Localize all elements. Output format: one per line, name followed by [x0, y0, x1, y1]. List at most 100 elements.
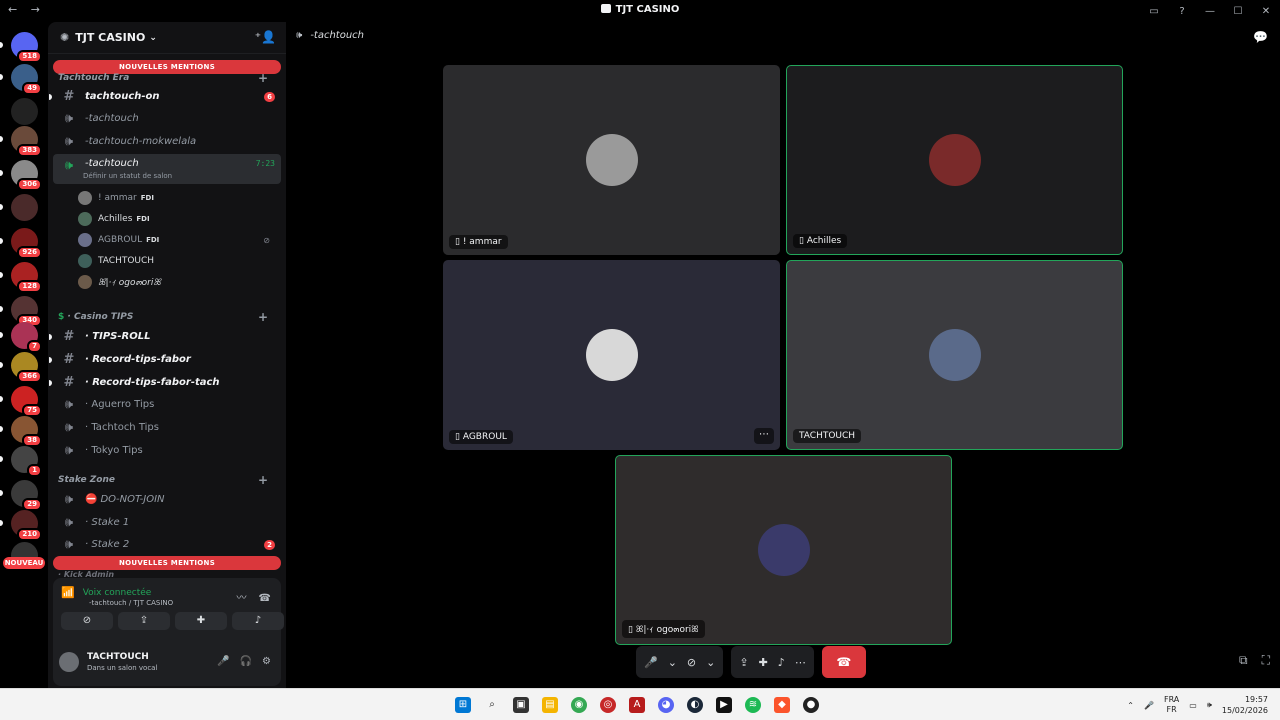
server-icon[interactable] — [11, 194, 38, 221]
disconnect-icon[interactable]: ☎ — [259, 593, 271, 604]
gear-icon[interactable]: ⚙ — [262, 656, 271, 667]
chevron-down-icon[interactable]: ⌄ — [706, 656, 715, 669]
app-icon[interactable]: ● — [803, 697, 819, 713]
voice-user[interactable]: Achilles FDI — [78, 209, 278, 229]
server-icon[interactable]: 49 — [11, 64, 42, 95]
channel-mokwelala[interactable]: 🕪 -tachtouch-mokwelala — [53, 131, 281, 152]
server-icon[interactable]: 340 — [11, 296, 42, 327]
acrobat-icon[interactable]: A — [629, 697, 645, 713]
discord-icon[interactable]: ◕ — [658, 697, 674, 713]
channel-record-fabor[interactable]: # · Record-tips-fabor — [49, 349, 281, 370]
voice-user[interactable]: AGBROUL FDI ⊘ — [78, 230, 278, 250]
server-icon[interactable]: 7 — [11, 322, 42, 353]
guild-header[interactable]: ✺ TJT CASINO ⌄ ⁺👤 — [48, 22, 286, 54]
video-tile[interactable]: ▯ AGBROUL ⋯ — [443, 260, 780, 450]
channel-tachtoch[interactable]: 🕪 · Tachtoch Tips — [53, 417, 281, 438]
activities-button[interactable]: ✚ — [175, 612, 227, 630]
channel-status-prompt[interactable]: Définir un statut de salon — [83, 172, 172, 180]
video-tile[interactable]: ▯ ! ammar — [443, 65, 780, 255]
channel-do-not-join[interactable]: 🕪 ⛔ DO-NOT-JOIN — [53, 489, 281, 510]
channel-aguerro[interactable]: 🕪 · Aguerro Tips — [53, 394, 281, 415]
fullscreen-icon[interactable]: ⛶ — [1262, 653, 1270, 667]
soundboard-button[interactable]: ♪ — [232, 612, 284, 630]
channel-tachtouch-on[interactable]: # tachtouch-on 6 — [49, 86, 281, 107]
channel-tachtouch-voice[interactable]: 🕪 -tachtouch — [53, 108, 281, 129]
category-tachtouch[interactable]: Tachtouch Era + — [58, 71, 268, 85]
server-icon[interactable]: 38 — [11, 416, 42, 447]
channel-stake-2[interactable]: 🕪 · Stake 2 2 — [53, 534, 281, 555]
noise-suppression-icon[interactable]: 〰 — [237, 593, 247, 604]
screen-share-button[interactable]: ⇪ — [118, 612, 170, 630]
server-icon[interactable]: 29 — [11, 480, 42, 511]
brave-icon[interactable]: ◆ — [774, 697, 790, 713]
channel-stake-1[interactable]: 🕪 · Stake 1 — [53, 512, 281, 533]
server-icon[interactable]: 926 — [11, 228, 42, 259]
inbox-icon[interactable]: ▭ — [1140, 6, 1168, 17]
new-mentions-top[interactable]: NOUVELLES MENTIONS — [53, 60, 281, 74]
video-tile[interactable]: ▯ ꕤ|·ｨ ogo๓oriꕤ — [615, 455, 952, 645]
chevron-up-icon[interactable]: ⌃ — [1127, 701, 1134, 710]
maximize-button[interactable]: ☐ — [1224, 6, 1252, 17]
avatar[interactable] — [59, 652, 79, 672]
voice-user[interactable]: ꕤ|·ｨ ogo๓oriꕤ — [78, 272, 278, 292]
more-options-icon[interactable]: ⋯ — [795, 656, 806, 669]
capcut-icon[interactable]: ▶ — [716, 697, 732, 713]
network-icon[interactable]: ▭ — [1189, 701, 1197, 710]
popout-icon[interactable]: ⧉ — [1239, 653, 1248, 667]
more-options-icon[interactable]: ⋯ — [754, 428, 774, 444]
volume-icon[interactable]: 🕪 — [1207, 700, 1212, 710]
server-icon[interactable]: 128 — [11, 262, 42, 293]
headphones-icon[interactable]: 🎧 — [240, 656, 252, 667]
minimize-button[interactable]: — — [1196, 6, 1224, 17]
add-channel-icon[interactable]: + — [258, 310, 268, 324]
server-icon[interactable]: 366 — [11, 352, 42, 383]
invite-people-icon[interactable]: ⁺👤 — [255, 30, 276, 44]
server-icon[interactable]: 210 — [11, 510, 42, 541]
language-indicator[interactable]: FRA FR — [1164, 695, 1179, 715]
voice-user[interactable]: TACHTOUCH — [78, 251, 278, 271]
category-stake[interactable]: Stake Zone + — [58, 473, 268, 487]
video-tile[interactable]: TACHTOUCH — [786, 260, 1123, 450]
microphone-icon[interactable]: 🎤 — [644, 656, 658, 669]
clock[interactable]: 19:57 15/02/2026 — [1222, 694, 1268, 716]
voice-channel-path[interactable]: -tachtouch / TJT CASINO — [89, 599, 173, 607]
microphone-icon[interactable]: 🎤 — [217, 656, 229, 667]
camera-off-icon[interactable]: ⊘ — [687, 656, 696, 669]
file-explorer-icon[interactable]: ▤ — [542, 697, 558, 713]
opera-icon[interactable]: ◎ — [600, 697, 616, 713]
video-tile[interactable]: ▯ Achilles — [786, 65, 1123, 255]
server-icon[interactable]: 75 — [11, 386, 42, 417]
task-view-icon[interactable]: ▣ — [513, 697, 529, 713]
voice-user[interactable]: ! ammar FDI — [78, 188, 278, 208]
new-unreads-badge[interactable]: NOUVEAU — [3, 557, 45, 569]
add-channel-icon[interactable]: + — [258, 473, 268, 487]
close-button[interactable]: ✕ — [1252, 6, 1280, 17]
channel-tips-roll[interactable]: # · TIPS-ROLL — [49, 326, 281, 347]
chrome-icon[interactable]: ◉ — [571, 697, 587, 713]
channel-sidebar: ✺ TJT CASINO ⌄ ⁺👤 NOUVELLES MENTIONS Tac… — [48, 22, 286, 688]
help-icon[interactable]: ? — [1168, 6, 1196, 17]
screen-share-icon[interactable]: ⇪ — [739, 656, 748, 669]
disconnect-button[interactable]: ☎ — [821, 646, 866, 678]
channel-record-tach[interactable]: # · Record-tips-fabor-tach — [49, 372, 281, 393]
search-icon[interactable]: ⌕ — [484, 697, 500, 713]
microphone-icon[interactable]: 🎤 — [1144, 701, 1154, 710]
category-casino-tips[interactable]: $ · Casino TIPS + — [58, 310, 268, 324]
soundboard-icon[interactable]: ♪ — [778, 656, 785, 669]
server-icon[interactable]: 518 — [11, 32, 42, 63]
server-icon[interactable]: 1 — [11, 446, 42, 477]
activities-icon[interactable]: ✚ — [759, 656, 768, 669]
new-mentions-bottom[interactable]: NOUVELLES MENTIONS — [53, 556, 281, 570]
server-icon[interactable]: 383 — [11, 126, 42, 157]
windows-start-icon[interactable]: ⊞ — [455, 697, 471, 713]
channel-tokyo[interactable]: 🕪 · Tokyo Tips — [53, 440, 281, 461]
chevron-down-icon[interactable]: ⌄ — [668, 656, 677, 669]
camera-off-button[interactable]: ⊘ — [61, 612, 113, 630]
channel-active-voice[interactable]: 🕪 -tachtouch 7:23 Définir un statut de salo… — [53, 154, 281, 184]
server-icon[interactable] — [11, 98, 38, 125]
steam-icon[interactable]: ◐ — [687, 697, 703, 713]
spotify-icon[interactable]: ≋ — [745, 697, 761, 713]
add-channel-icon[interactable]: + — [258, 71, 268, 85]
chat-icon[interactable]: 💬 — [1253, 30, 1268, 44]
server-icon[interactable]: 306 — [11, 160, 42, 191]
